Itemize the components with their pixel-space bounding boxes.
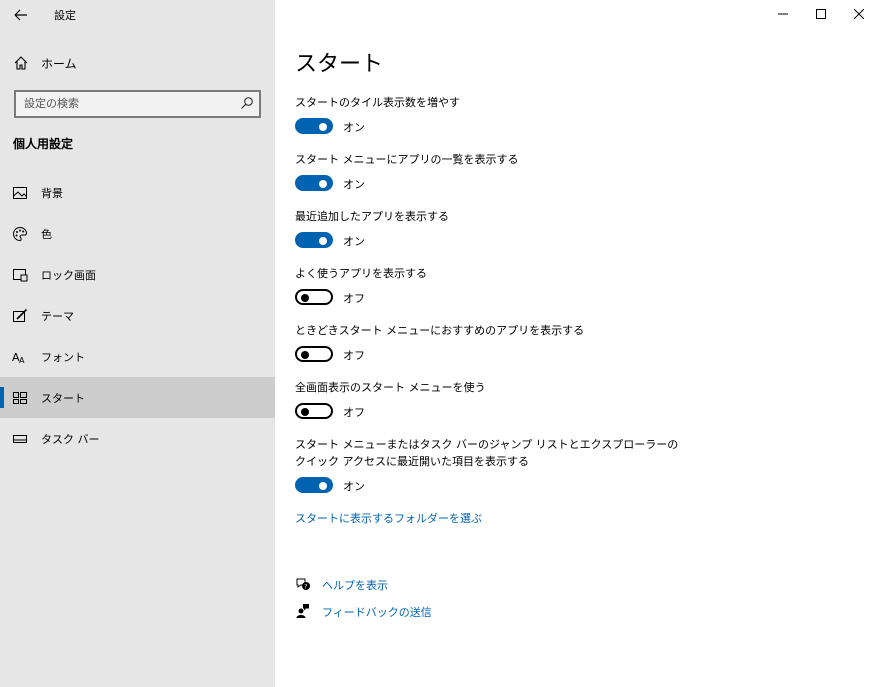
feedback-person-icon	[296, 604, 309, 618]
toggle-switch[interactable]	[295, 118, 333, 134]
toggle-state-label: オン	[343, 121, 365, 134]
setting-label: ときどきスタート メニューにおすすめのアプリを表示する	[295, 324, 585, 337]
svg-text:A: A	[19, 356, 25, 365]
setting-app-list: スタート メニューにアプリの一覧を表示する オン	[295, 151, 855, 195]
help-link[interactable]: ヘルプを表示	[322, 577, 388, 593]
toggle-state-label: オン	[343, 235, 365, 248]
back-button[interactable]	[8, 4, 32, 26]
toggle-knob	[319, 180, 327, 188]
sidebar-item-lock-screen[interactable]: ロック画面	[0, 254, 275, 295]
taskbar-icon	[13, 435, 27, 443]
sidebar-item-home[interactable]: ホーム	[0, 48, 275, 78]
sidebar-item-taskbar[interactable]: タスク バー	[0, 418, 275, 459]
home-icon	[14, 56, 28, 70]
toggle-state-label: オン	[343, 178, 365, 191]
sidebar-item-font[interactable]: A A フォント	[0, 336, 275, 377]
setting-label: 全画面表示のスタート メニューを使う	[295, 381, 486, 394]
setting-label: 最近追加したアプリを表示する	[295, 210, 449, 223]
setting-label: スタートのタイル表示数を増やす	[295, 96, 460, 109]
feedback-link[interactable]: フィードバックの送信	[322, 604, 432, 620]
toggle-switch[interactable]	[295, 346, 333, 362]
close-icon	[854, 9, 864, 19]
toggle-knob	[319, 123, 327, 131]
toggle-knob	[301, 351, 309, 359]
setting-suggestions: ときどきスタート メニューにおすすめのアプリを表示する オフ	[295, 322, 855, 366]
sidebar-item-label: フォント	[41, 351, 85, 364]
lock-screen-icon	[13, 269, 28, 282]
sidebar-item-color[interactable]: 色	[0, 213, 275, 254]
toggle-switch[interactable]	[295, 232, 333, 248]
setting-fullscreen-start: 全画面表示のスタート メニューを使う オフ	[295, 379, 855, 423]
sidebar-item-theme[interactable]: テーマ	[0, 295, 275, 336]
toggle-knob	[319, 237, 327, 245]
svg-text:?: ?	[304, 584, 307, 591]
setting-more-tiles: スタートのタイル表示数を増やす オン	[295, 94, 855, 138]
sidebar-item-label: 色	[41, 228, 52, 241]
theme-brush-icon	[13, 308, 28, 322]
sidebar-item-home-label: ホーム	[41, 57, 77, 71]
sidebar-item-label: スタート	[41, 392, 85, 405]
toggle-knob	[301, 408, 309, 416]
toggle-switch[interactable]	[295, 403, 333, 419]
sidebar-item-label: タスク バー	[41, 433, 100, 446]
setting-most-used: よく使うアプリを表示する オフ	[295, 265, 855, 309]
title-bar: 設定	[0, 0, 275, 30]
selection-indicator	[0, 387, 4, 408]
toggle-state-label: オン	[343, 480, 365, 493]
toggle-switch[interactable]	[295, 289, 333, 305]
picture-icon	[13, 187, 27, 199]
sidebar-item-background[interactable]: 背景	[0, 172, 275, 213]
toggle-state-label: オフ	[343, 349, 365, 362]
palette-icon	[13, 226, 28, 242]
sidebar-nav: 背景 色 ロック画面 テーマ A A フォント スタート タスク バー	[0, 172, 275, 459]
setting-label: スタート メニューにアプリの一覧を表示する	[295, 153, 519, 166]
choose-folders-link[interactable]: スタートに表示するフォルダーを選ぶ	[295, 510, 482, 526]
toggle-switch[interactable]	[295, 175, 333, 191]
toggle-knob	[301, 294, 309, 302]
search-box[interactable]	[14, 90, 261, 118]
page-title: スタート	[295, 52, 384, 77]
sidebar-item-label: 背景	[41, 187, 63, 200]
search-input[interactable]	[24, 95, 224, 111]
sidebar: 設定 ホーム 個人用設定 背景 色	[0, 0, 275, 687]
app-title: 設定	[54, 9, 76, 22]
back-arrow-icon	[14, 9, 27, 21]
start-tiles-icon	[13, 392, 27, 404]
toggle-knob	[319, 482, 327, 490]
font-icon: A A	[12, 351, 25, 365]
setting-recent-items: スタート メニューまたはタスク バーのジャンプ リストとエクスプローラーのクイッ…	[295, 436, 855, 497]
toggle-state-label: オフ	[343, 406, 365, 419]
setting-recent-apps: 最近追加したアプリを表示する オン	[295, 208, 855, 252]
section-title: 個人用設定	[13, 137, 74, 151]
main-content: スタート スタートのタイル表示数を増やす オン スタート メニューにアプリの一覧…	[295, 0, 855, 687]
setting-label: よく使うアプリを表示する	[295, 267, 427, 280]
help-chat-icon: ?	[296, 578, 310, 591]
setting-label: スタート メニューまたはタスク バーのジャンプ リストとエクスプローラーのクイッ…	[295, 438, 679, 468]
sidebar-item-label: テーマ	[41, 310, 74, 323]
sidebar-item-start[interactable]: スタート	[0, 377, 275, 418]
toggle-switch[interactable]	[295, 477, 333, 493]
sidebar-item-label: ロック画面	[41, 269, 96, 282]
search-icon	[241, 97, 253, 109]
toggle-state-label: オフ	[343, 292, 365, 305]
